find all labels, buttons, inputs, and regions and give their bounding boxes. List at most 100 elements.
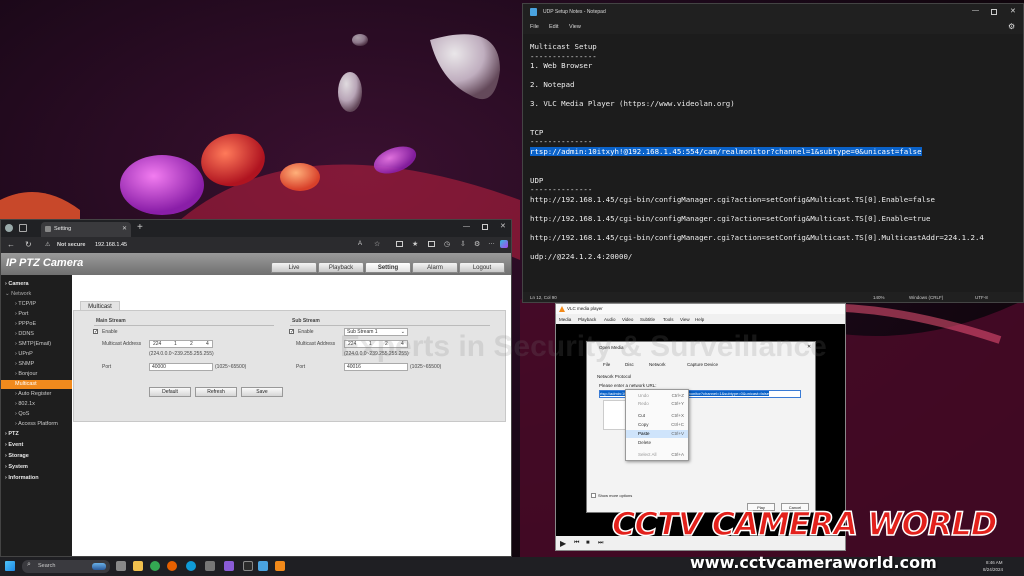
sidebar-item-storage[interactable]: › Storage [1,452,72,461]
sidebar-item-bonjour[interactable]: › Bonjour [1,370,72,379]
menu-item-redo[interactable]: Redo Ctrl+Y [626,400,688,408]
tab-logout[interactable]: Logout [459,262,505,273]
tab-playback[interactable]: Playback [318,262,364,273]
show-more-checkbox[interactable] [591,493,596,498]
menu-item-paste[interactable]: Paste Ctrl+V [626,430,688,438]
sidebar-item-ptz[interactable]: › PTZ [1,430,72,439]
edge-icon[interactable] [186,561,196,571]
vlc-menu-video[interactable]: Video [622,317,633,322]
sidebar-item-snmp[interactable]: › SNMP [1,360,72,369]
sidebar-item-event[interactable]: › Event [1,441,72,450]
settings-gear-icon[interactable]: ⚙ [1008,22,1015,31]
new-tab-icon[interactable]: + [137,222,143,233]
more-icon[interactable]: … [488,239,495,246]
not-secure-label[interactable]: Not secure [57,242,85,248]
favorites-bar-icon[interactable]: ★ [412,240,418,248]
sub-port-input[interactable]: 40016 [344,363,408,371]
sidebar-item-smtp[interactable]: › SMTP(Email) [1,340,72,349]
back-icon[interactable]: ← [7,240,15,249]
minimize-icon[interactable]: — [463,223,470,230]
vlc-taskbar-icon[interactable] [275,561,285,571]
notepad-text-area[interactable]: Multicast Setup --------------- 1. Web B… [523,34,1023,292]
notepad-taskbar-icon[interactable] [258,561,268,571]
clock-date[interactable]: 8/24/2024 [983,567,1003,572]
extensions-icon[interactable]: ⚙ [474,240,480,248]
menu-file[interactable]: File [530,24,539,30]
previous-icon[interactable]: ⏮ [574,540,579,547]
vlc-menu-media[interactable]: Media [559,317,571,322]
sidebar-item-pppoe[interactable]: › PPPoE [1,320,72,329]
taskbar-search[interactable]: ⌕ Search [22,560,110,573]
sidebar-item-port[interactable]: › Port [1,310,72,319]
sidebar-item-network[interactable]: ⌄ Network [1,290,72,299]
sidebar-item-ddns[interactable]: › DDNS [1,330,72,339]
firefox-icon[interactable] [167,561,177,571]
refresh-button[interactable]: Refresh [195,387,237,397]
vlc-menu-subtitle[interactable]: Subtitle [640,317,655,322]
sidebar-item-information[interactable]: › Information [1,474,72,483]
vlc-menu-playback[interactable]: Playback [578,317,596,322]
close-window-icon[interactable]: ✕ [1010,7,1016,15]
save-button[interactable]: Save [241,387,283,397]
app-icon[interactable] [224,561,234,571]
tab-actions-icon[interactable] [19,224,27,232]
file-explorer-icon[interactable] [133,561,143,571]
tab-alarm[interactable]: Alarm [412,262,458,273]
tab-live[interactable]: Live [271,262,317,273]
text-line: udp://@224.1.2.4:20000/ [530,252,633,261]
history-icon[interactable]: ◷ [444,240,450,248]
split-screen-icon[interactable] [396,241,403,247]
copilot-icon[interactable] [500,240,508,248]
menu-item-delete[interactable]: Delete [626,439,688,447]
minimize-icon[interactable]: — [972,7,979,14]
stop-icon[interactable]: ■ [586,540,590,546]
favorite-icon[interactable]: ☆ [374,240,380,248]
vlc-menu-help[interactable]: Help [695,317,704,322]
task-view-icon[interactable] [116,561,126,571]
menu-item-undo[interactable]: Undo Ctrl+Z [626,392,688,400]
url-text[interactable]: 192.168.1.45 [95,242,127,248]
refresh-icon[interactable]: ↻ [25,240,32,249]
start-icon[interactable] [5,561,15,571]
tab-setting[interactable]: Setting [365,262,411,273]
vlc-menu-tools[interactable]: Tools [663,317,674,322]
close-tab-icon[interactable]: ✕ [122,225,127,232]
browser-profile-icon[interactable] [5,224,13,232]
collections-icon[interactable] [428,241,435,247]
play-icon[interactable]: ▶ [560,539,566,548]
browser-tab[interactable]: Setting ✕ [41,222,131,237]
vlc-menu-audio[interactable]: Audio [604,317,616,322]
text-line: http://192.168.1.45/cgi-bin/configManage… [530,195,935,204]
sub-enable-checkbox[interactable]: ✓ [289,329,294,335]
main-address-input[interactable]: 224 1 2 4 [149,340,213,348]
settings-icon[interactable] [205,561,215,571]
sidebar-item-multicast[interactable]: Multicast [1,380,72,389]
sidebar-item-upnp[interactable]: › UPnP [1,350,72,359]
sidebar-item-auto-register[interactable]: › Auto Register [1,390,72,399]
sidebar-item-8021x[interactable]: › 802.1x [1,400,72,409]
sidebar-item-camera[interactable]: › Camera [1,280,72,289]
menu-view[interactable]: View [569,24,581,30]
terminal-icon[interactable] [243,561,253,571]
sub-port-range: (1025~65500) [410,364,442,370]
sidebar-item-system[interactable]: › System [1,463,72,472]
menu-item-cut[interactable]: Cut Ctrl+X [626,412,688,420]
clock-time[interactable]: 8:46 AM [986,560,1003,565]
menu-item-copy[interactable]: Copy Ctrl+C [626,421,688,429]
main-port-input[interactable]: 40000 [149,363,213,371]
maximize-icon[interactable] [482,224,488,230]
sidebar-item-qos[interactable]: › QoS [1,410,72,419]
maximize-icon[interactable] [991,9,997,15]
sidebar-item-tcpip[interactable]: › TCP/IP [1,300,72,309]
menu-item-select-all[interactable]: Select All Ctrl+A [626,451,688,459]
vlc-menu-view[interactable]: View [680,317,690,322]
next-icon[interactable]: ⏭ [598,540,603,547]
downloads-icon[interactable]: ⇩ [460,240,466,248]
main-enable-checkbox[interactable]: ✓ [93,329,98,335]
read-aloud-icon[interactable]: A [358,241,362,247]
sidebar-item-access-platform[interactable]: › Access Platform [1,420,72,429]
close-window-icon[interactable]: ✕ [500,222,506,230]
menu-edit[interactable]: Edit [549,24,558,30]
default-button[interactable]: Default [149,387,191,397]
chrome-icon[interactable] [150,561,160,571]
